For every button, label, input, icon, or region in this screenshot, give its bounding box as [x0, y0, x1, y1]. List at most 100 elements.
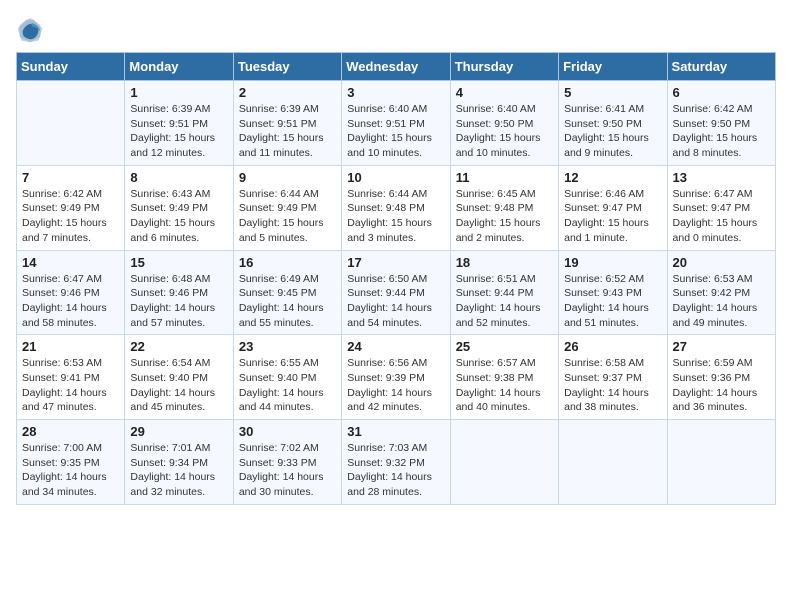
day-number: 9	[239, 170, 336, 185]
day-content: Sunrise: 6:47 AMSunset: 9:46 PMDaylight:…	[22, 272, 119, 331]
calendar-cell: 10 Sunrise: 6:44 AMSunset: 9:48 PMDayligh…	[342, 165, 450, 250]
calendar-cell: 2 Sunrise: 6:39 AMSunset: 9:51 PMDaylight…	[233, 81, 341, 166]
calendar-cell: 15 Sunrise: 6:48 AMSunset: 9:46 PMDayligh…	[125, 250, 233, 335]
day-number: 21	[22, 339, 119, 354]
calendar-cell: 16Sunrise: 6:49 AMSunset: 9:45 PMDayligh…	[233, 250, 341, 335]
calendar-cell: 23Sunrise: 6:55 AMSunset: 9:40 PMDayligh…	[233, 335, 341, 420]
day-of-week-header: Sunday	[17, 53, 125, 81]
day-number: 11	[456, 170, 553, 185]
calendar-cell: 18 Sunrise: 6:51 AMSunset: 9:44 PMDayligh…	[450, 250, 558, 335]
day-content: Sunrise: 7:03 AMSunset: 9:32 PMDaylight:…	[347, 441, 444, 500]
day-number: 5	[564, 85, 661, 100]
day-content: Sunrise: 7:02 AMSunset: 9:33 PMDaylight:…	[239, 441, 336, 500]
day-content: Sunrise: 6:51 AMSunset: 9:44 PMDaylight:…	[456, 272, 553, 331]
calendar-cell: 1 Sunrise: 6:39 AMSunset: 9:51 PMDaylight…	[125, 81, 233, 166]
day-of-week-header: Monday	[125, 53, 233, 81]
day-number: 22	[130, 339, 227, 354]
day-content: Sunrise: 6:43 AMSunset: 9:49 PMDaylight:…	[130, 187, 227, 246]
day-content: Sunrise: 6:41 AMSunset: 9:50 PMDaylight:…	[564, 102, 661, 161]
day-number: 1	[130, 85, 227, 100]
calendar-cell: 21 Sunrise: 6:53 AMSunset: 9:41 PMDayligh…	[17, 335, 125, 420]
day-number: 30	[239, 424, 336, 439]
calendar-cell: 5 Sunrise: 6:41 AMSunset: 9:50 PMDaylight…	[559, 81, 667, 166]
page-header	[16, 16, 776, 44]
calendar-week-row: 1 Sunrise: 6:39 AMSunset: 9:51 PMDaylight…	[17, 81, 776, 166]
day-content: Sunrise: 6:59 AMSunset: 9:36 PMDaylight:…	[673, 356, 770, 415]
day-content: Sunrise: 6:39 AMSunset: 9:51 PMDaylight:…	[130, 102, 227, 161]
day-number: 12	[564, 170, 661, 185]
day-number: 20	[673, 255, 770, 270]
calendar-cell: 6 Sunrise: 6:42 AMSunset: 9:50 PMDaylight…	[667, 81, 775, 166]
day-number: 27	[673, 339, 770, 354]
calendar-cell: 8 Sunrise: 6:43 AMSunset: 9:49 PMDaylight…	[125, 165, 233, 250]
day-content: Sunrise: 6:42 AMSunset: 9:50 PMDaylight:…	[673, 102, 770, 161]
day-number: 17	[347, 255, 444, 270]
calendar-week-row: 7Sunrise: 6:42 AMSunset: 9:49 PMDaylight…	[17, 165, 776, 250]
day-number: 28	[22, 424, 119, 439]
calendar-cell: 31 Sunrise: 7:03 AMSunset: 9:32 PMDayligh…	[342, 420, 450, 505]
day-number: 4	[456, 85, 553, 100]
calendar-cell: 3 Sunrise: 6:40 AMSunset: 9:51 PMDaylight…	[342, 81, 450, 166]
day-number: 13	[673, 170, 770, 185]
day-content: Sunrise: 6:40 AMSunset: 9:51 PMDaylight:…	[347, 102, 444, 161]
calendar-week-row: 28 Sunrise: 7:00 AMSunset: 9:35 PMDayligh…	[17, 420, 776, 505]
day-content: Sunrise: 6:52 AMSunset: 9:43 PMDaylight:…	[564, 272, 661, 331]
day-number: 2	[239, 85, 336, 100]
calendar-cell: 12Sunrise: 6:46 AMSunset: 9:47 PMDayligh…	[559, 165, 667, 250]
day-content: Sunrise: 6:57 AMSunset: 9:38 PMDaylight:…	[456, 356, 553, 415]
day-of-week-header: Thursday	[450, 53, 558, 81]
day-content: Sunrise: 6:53 AMSunset: 9:41 PMDaylight:…	[22, 356, 119, 415]
logo-icon	[16, 16, 44, 44]
day-number: 15	[130, 255, 227, 270]
day-number: 25	[456, 339, 553, 354]
day-content: Sunrise: 6:53 AMSunset: 9:42 PMDaylight:…	[673, 272, 770, 331]
day-of-week-header: Saturday	[667, 53, 775, 81]
day-number: 29	[130, 424, 227, 439]
day-of-week-header: Friday	[559, 53, 667, 81]
calendar-cell: 25 Sunrise: 6:57 AMSunset: 9:38 PMDayligh…	[450, 335, 558, 420]
day-content: Sunrise: 7:00 AMSunset: 9:35 PMDaylight:…	[22, 441, 119, 500]
day-content: Sunrise: 6:39 AMSunset: 9:51 PMDaylight:…	[239, 102, 336, 161]
calendar-cell	[667, 420, 775, 505]
calendar-cell: 19Sunrise: 6:52 AMSunset: 9:43 PMDayligh…	[559, 250, 667, 335]
day-content: Sunrise: 6:44 AMSunset: 9:49 PMDaylight:…	[239, 187, 336, 246]
day-of-week-header: Wednesday	[342, 53, 450, 81]
day-content: Sunrise: 6:45 AMSunset: 9:48 PMDaylight:…	[456, 187, 553, 246]
day-number: 3	[347, 85, 444, 100]
day-number: 6	[673, 85, 770, 100]
calendar-cell: 30 Sunrise: 7:02 AMSunset: 9:33 PMDayligh…	[233, 420, 341, 505]
day-number: 26	[564, 339, 661, 354]
calendar-cell: 9 Sunrise: 6:44 AMSunset: 9:49 PMDaylight…	[233, 165, 341, 250]
day-content: Sunrise: 6:48 AMSunset: 9:46 PMDaylight:…	[130, 272, 227, 331]
day-number: 8	[130, 170, 227, 185]
day-number: 18	[456, 255, 553, 270]
day-number: 23	[239, 339, 336, 354]
day-content: Sunrise: 6:40 AMSunset: 9:50 PMDaylight:…	[456, 102, 553, 161]
day-number: 7	[22, 170, 119, 185]
day-content: Sunrise: 6:54 AMSunset: 9:40 PMDaylight:…	[130, 356, 227, 415]
calendar-cell	[450, 420, 558, 505]
calendar-cell: 26 Sunrise: 6:58 AMSunset: 9:37 PMDayligh…	[559, 335, 667, 420]
day-number: 10	[347, 170, 444, 185]
calendar-header-row: SundayMondayTuesdayWednesdayThursdayFrid…	[17, 53, 776, 81]
day-content: Sunrise: 6:44 AMSunset: 9:48 PMDaylight:…	[347, 187, 444, 246]
calendar-cell: 7Sunrise: 6:42 AMSunset: 9:49 PMDaylight…	[17, 165, 125, 250]
calendar-table: SundayMondayTuesdayWednesdayThursdayFrid…	[16, 52, 776, 505]
calendar-cell	[559, 420, 667, 505]
day-content: Sunrise: 6:50 AMSunset: 9:44 PMDaylight:…	[347, 272, 444, 331]
calendar-cell: 20 Sunrise: 6:53 AMSunset: 9:42 PMDayligh…	[667, 250, 775, 335]
day-content: Sunrise: 6:58 AMSunset: 9:37 PMDaylight:…	[564, 356, 661, 415]
day-content: Sunrise: 7:01 AMSunset: 9:34 PMDaylight:…	[130, 441, 227, 500]
calendar-cell: 13 Sunrise: 6:47 AMSunset: 9:47 PMDayligh…	[667, 165, 775, 250]
day-number: 14	[22, 255, 119, 270]
calendar-cell: 17 Sunrise: 6:50 AMSunset: 9:44 PMDayligh…	[342, 250, 450, 335]
logo	[16, 16, 48, 44]
calendar-week-row: 21 Sunrise: 6:53 AMSunset: 9:41 PMDayligh…	[17, 335, 776, 420]
day-content: Sunrise: 6:47 AMSunset: 9:47 PMDaylight:…	[673, 187, 770, 246]
day-number: 31	[347, 424, 444, 439]
calendar-cell: 11 Sunrise: 6:45 AMSunset: 9:48 PMDayligh…	[450, 165, 558, 250]
calendar-week-row: 14 Sunrise: 6:47 AMSunset: 9:46 PMDayligh…	[17, 250, 776, 335]
calendar-cell: 14 Sunrise: 6:47 AMSunset: 9:46 PMDayligh…	[17, 250, 125, 335]
day-number: 24	[347, 339, 444, 354]
day-content: Sunrise: 6:49 AMSunset: 9:45 PMDaylight:…	[239, 272, 336, 331]
